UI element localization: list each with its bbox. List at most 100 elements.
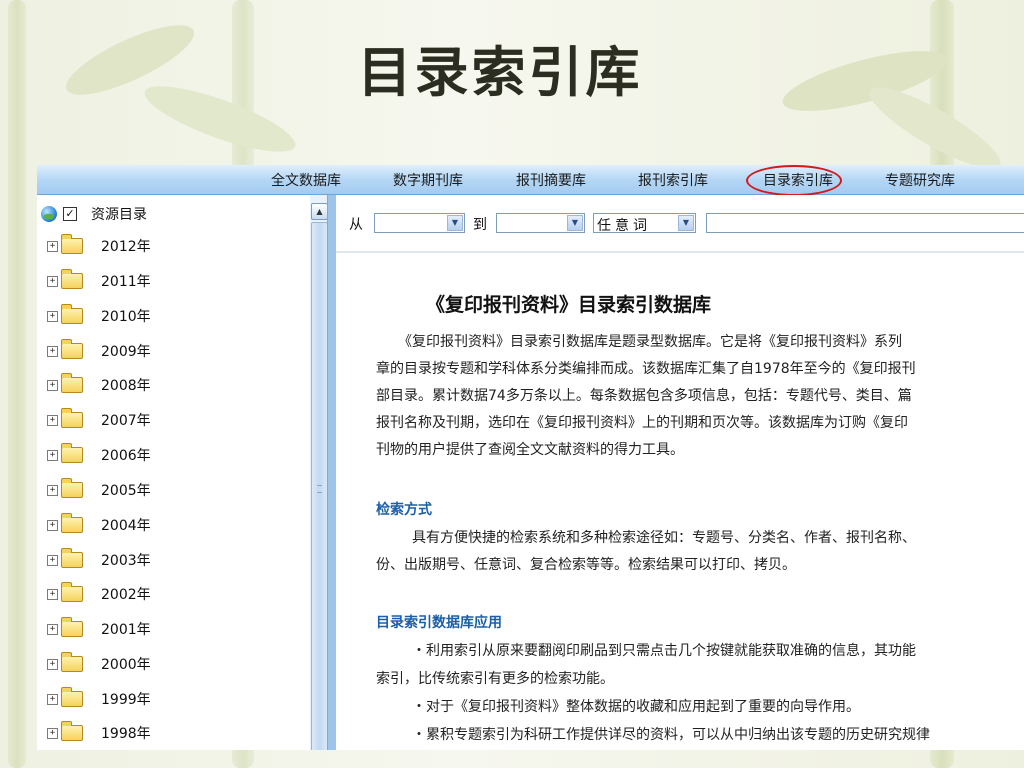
tree-root[interactable]: ✓ 资源目录 [41, 203, 147, 225]
folder-icon [61, 721, 83, 741]
to-label: 到 [473, 217, 487, 233]
expand-plus-icon[interactable]: + [47, 519, 58, 531]
tree-node-year[interactable]: + 2004年 [47, 513, 151, 536]
folder-icon [61, 478, 83, 498]
tree-node-label: 2002年 [101, 587, 151, 603]
tree-node-year[interactable]: + 2009年 [47, 339, 151, 362]
tree-node-year[interactable]: + 2002年 [47, 582, 151, 605]
field-select-value: 任意词 [597, 218, 651, 234]
paragraph-line: ・利用索引从原来要翻阅印刷品到只需点击几个按键就能获取准确的信息，其功能 [412, 643, 916, 659]
sidebar-scrollbar[interactable]: ▲ [310, 195, 327, 750]
nav-item-special-research[interactable]: 专题研究库 [885, 170, 955, 190]
highlight-circle [746, 165, 842, 196]
content-pane: 从 ▼ 到 ▼ 任意词 ▼ 《复印报刊资料》目录索引数据库 《复印报刊资料》目录… [336, 195, 1024, 750]
expand-plus-icon[interactable]: + [47, 414, 58, 426]
nav-item-fulltext[interactable]: 全文数据库 [271, 170, 341, 190]
folder-icon [61, 234, 83, 254]
folder-icon [61, 304, 83, 324]
root-checkbox[interactable]: ✓ [63, 207, 77, 221]
tree-node-label: 2004年 [101, 518, 151, 534]
paragraph-line: 部目录。累计数据74多万条以上。每条数据包含多项信息，包括：专题代号、类目、篇 [376, 388, 912, 404]
paragraph-line: ・累积专题索引为科研工作提供详尽的资料，可以从中归纳出该专题的历史研究规律 [412, 727, 930, 743]
tree-node-year[interactable]: + 2000年 [47, 652, 151, 675]
article-title: 《复印报刊资料》目录索引数据库 [426, 294, 712, 316]
folder-icon [61, 687, 83, 707]
folder-icon [61, 269, 83, 289]
expand-plus-icon[interactable]: + [47, 449, 58, 461]
folder-icon [61, 582, 83, 602]
search-bar: 从 ▼ 到 ▼ 任意词 ▼ [336, 195, 1024, 253]
expand-plus-icon[interactable]: + [47, 727, 58, 739]
folder-icon [61, 617, 83, 637]
expand-plus-icon[interactable]: + [47, 240, 58, 252]
expand-plus-icon[interactable]: + [47, 588, 58, 600]
chevron-down-icon[interactable]: ▼ [678, 215, 694, 231]
tree-root-label: 资源目录 [91, 207, 147, 223]
expand-plus-icon[interactable]: + [47, 379, 58, 391]
tree-node-year[interactable]: + 2003年 [47, 548, 151, 571]
section-heading-search-method: 检索方式 [376, 502, 432, 518]
slide-title: 目录索引库 [357, 40, 643, 104]
app-window: 全文数据库 数字期刊库 报刊摘要库 报刊索引库 目录索引库 专题研究库 ✓ 资源… [37, 165, 1024, 750]
tree-node-label: 2012年 [101, 239, 151, 255]
folder-icon [61, 339, 83, 359]
tree-node-year[interactable]: + 2005年 [47, 478, 151, 501]
expand-plus-icon[interactable]: + [47, 693, 58, 705]
paragraph-line: 报刊名称及刊期，选印在《复印报刊资料》上的刊期和页次等。该数据库为订购《复印 [376, 415, 908, 431]
tree-node-label: 2007年 [101, 413, 151, 429]
nav-item-digital-journals[interactable]: 数字期刊库 [393, 170, 463, 190]
paragraph-line: 份、出版期号、任意词、复合检索等等。检索结果可以打印、拷贝。 [376, 557, 796, 573]
folder-icon [61, 513, 83, 533]
tree-node-label: 2005年 [101, 483, 151, 499]
from-label: 从 [349, 217, 363, 233]
tree-node-year[interactable]: + 2007年 [47, 408, 151, 431]
paragraph-line: 索引，比传统索引有更多的检索功能。 [376, 671, 614, 687]
expand-plus-icon[interactable]: + [47, 310, 58, 322]
paragraph-line: 具有方便快捷的检索系统和多种检索途径如：专题号、分类名、作者、报刊名称、 [412, 530, 916, 546]
tree-node-year[interactable]: + 1998年 [47, 721, 151, 744]
folder-icon [61, 373, 83, 393]
expand-plus-icon[interactable]: + [47, 345, 58, 357]
tree-node-label: 1999年 [101, 692, 151, 708]
tree-node-year[interactable]: + 1999年 [47, 687, 151, 710]
expand-plus-icon[interactable]: + [47, 554, 58, 566]
tree-node-year[interactable]: + 2012年 [47, 234, 151, 257]
scroll-thumb[interactable] [311, 222, 327, 750]
tree-node-label: 2001年 [101, 622, 151, 638]
tree-node-year[interactable]: + 2011年 [47, 269, 151, 292]
query-input[interactable] [706, 213, 1024, 233]
tree-node-label: 2011年 [101, 274, 151, 290]
section-heading-applications: 目录索引数据库应用 [376, 615, 502, 631]
expand-plus-icon[interactable]: + [47, 275, 58, 287]
tree-node-label: 2010年 [101, 309, 151, 325]
tree-node-year[interactable]: + 2006年 [47, 443, 151, 466]
globe-icon [41, 206, 57, 222]
to-select[interactable]: ▼ [496, 213, 585, 233]
expand-plus-icon[interactable]: + [47, 484, 58, 496]
paragraph-line: 章的目录按专题和学科体系分类编排而成。该数据库汇集了自1978年至今的《复印报刊 [376, 361, 916, 377]
paragraph-line: 《复印报刊资料》目录索引数据库是题录型数据库。它是将《复印报刊资料》系列 [398, 334, 902, 350]
tree-node-label: 2000年 [101, 657, 151, 673]
folder-icon [61, 548, 83, 568]
nav-item-journal-index[interactable]: 报刊索引库 [638, 170, 708, 190]
field-select[interactable]: 任意词 ▼ [593, 213, 696, 234]
tree-node-year[interactable]: + 2010年 [47, 304, 151, 327]
folder-icon [61, 443, 83, 463]
nav-item-abstracts[interactable]: 报刊摘要库 [516, 170, 586, 190]
from-select[interactable]: ▼ [374, 213, 465, 233]
top-nav: 全文数据库 数字期刊库 报刊摘要库 报刊索引库 目录索引库 专题研究库 [37, 165, 1024, 196]
chevron-down-icon[interactable]: ▼ [447, 215, 463, 231]
paragraph-line: 刊物的用户提供了查阅全文文献资料的得力工具。 [376, 442, 684, 458]
chevron-down-icon[interactable]: ▼ [567, 215, 583, 231]
tree-node-label: 1998年 [101, 726, 151, 742]
tree-node-year[interactable]: + 2008年 [47, 373, 151, 396]
tree-node-year[interactable]: + 2001年 [47, 617, 151, 640]
paragraph-line: ・对于《复印报刊资料》整体数据的收藏和应用起到了重要的向导作用。 [412, 699, 860, 715]
expand-plus-icon[interactable]: + [47, 623, 58, 635]
grip-icon [317, 485, 322, 493]
tree-node-label: 2009年 [101, 344, 151, 360]
scroll-up-arrow-icon[interactable]: ▲ [311, 203, 327, 220]
expand-plus-icon[interactable]: + [47, 658, 58, 670]
folder-icon [61, 652, 83, 672]
resource-tree: ✓ 资源目录 + 2012年 + 2011年 + 2010年 + 2009年 +… [37, 195, 327, 750]
